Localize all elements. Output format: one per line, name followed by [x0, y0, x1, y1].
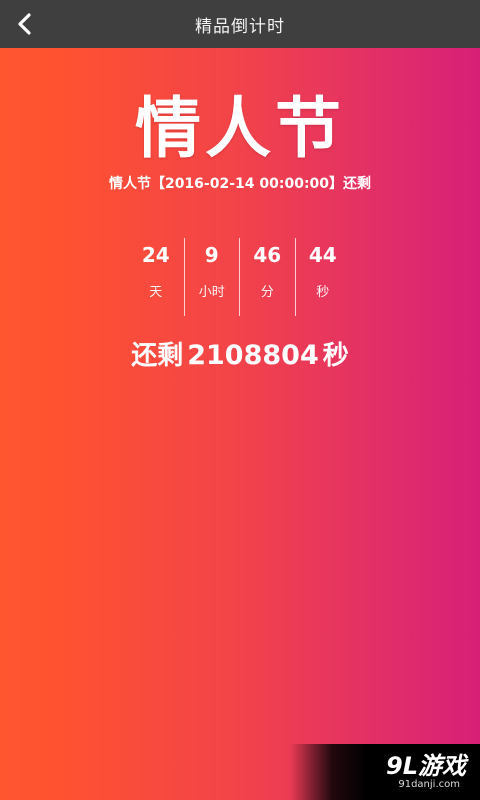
chevron-left-icon	[18, 13, 31, 35]
event-name: 情人节	[135, 89, 345, 167]
countdown-timer: 24 天 9 小时 46 分 44 秒	[128, 238, 350, 316]
days-label: 天	[149, 285, 163, 300]
remaining-prefix: 还剩	[131, 341, 184, 371]
remaining-seconds-value: 2108804	[187, 340, 319, 371]
remaining-seconds: 还剩 2108804 秒	[0, 338, 480, 374]
days-value: 24	[141, 243, 170, 267]
minutes-value: 46	[253, 243, 282, 267]
countdown-hours: 9 小时	[183, 238, 240, 316]
hours-value: 9	[204, 243, 219, 267]
seconds-value: 44	[308, 243, 337, 267]
top-navbar: 精品倒计时	[0, 0, 480, 48]
event-subtitle: 情人节【2016-02-14 00:00:00】还剩	[108, 176, 372, 192]
watermark-site: 91danji.com	[398, 779, 460, 790]
site-watermark: 9L游戏 91danji.com	[290, 744, 480, 800]
page-title: 精品倒计时	[195, 16, 285, 37]
watermark-logo: 9L游戏	[386, 752, 466, 780]
remaining-suffix: 秒	[322, 341, 349, 371]
countdown-minutes: 46 分	[239, 238, 295, 316]
back-button[interactable]	[10, 9, 40, 39]
hours-label: 小时	[198, 285, 225, 300]
countdown-seconds: 44 秒	[294, 238, 351, 316]
minutes-label: 分	[260, 285, 274, 300]
seconds-label: 秒	[316, 285, 330, 300]
countdown-days: 24 天	[128, 238, 184, 316]
countdown-stage: 情人节 情人节【2016-02-14 00:00:00】还剩 24 天 9 小时…	[0, 48, 480, 800]
